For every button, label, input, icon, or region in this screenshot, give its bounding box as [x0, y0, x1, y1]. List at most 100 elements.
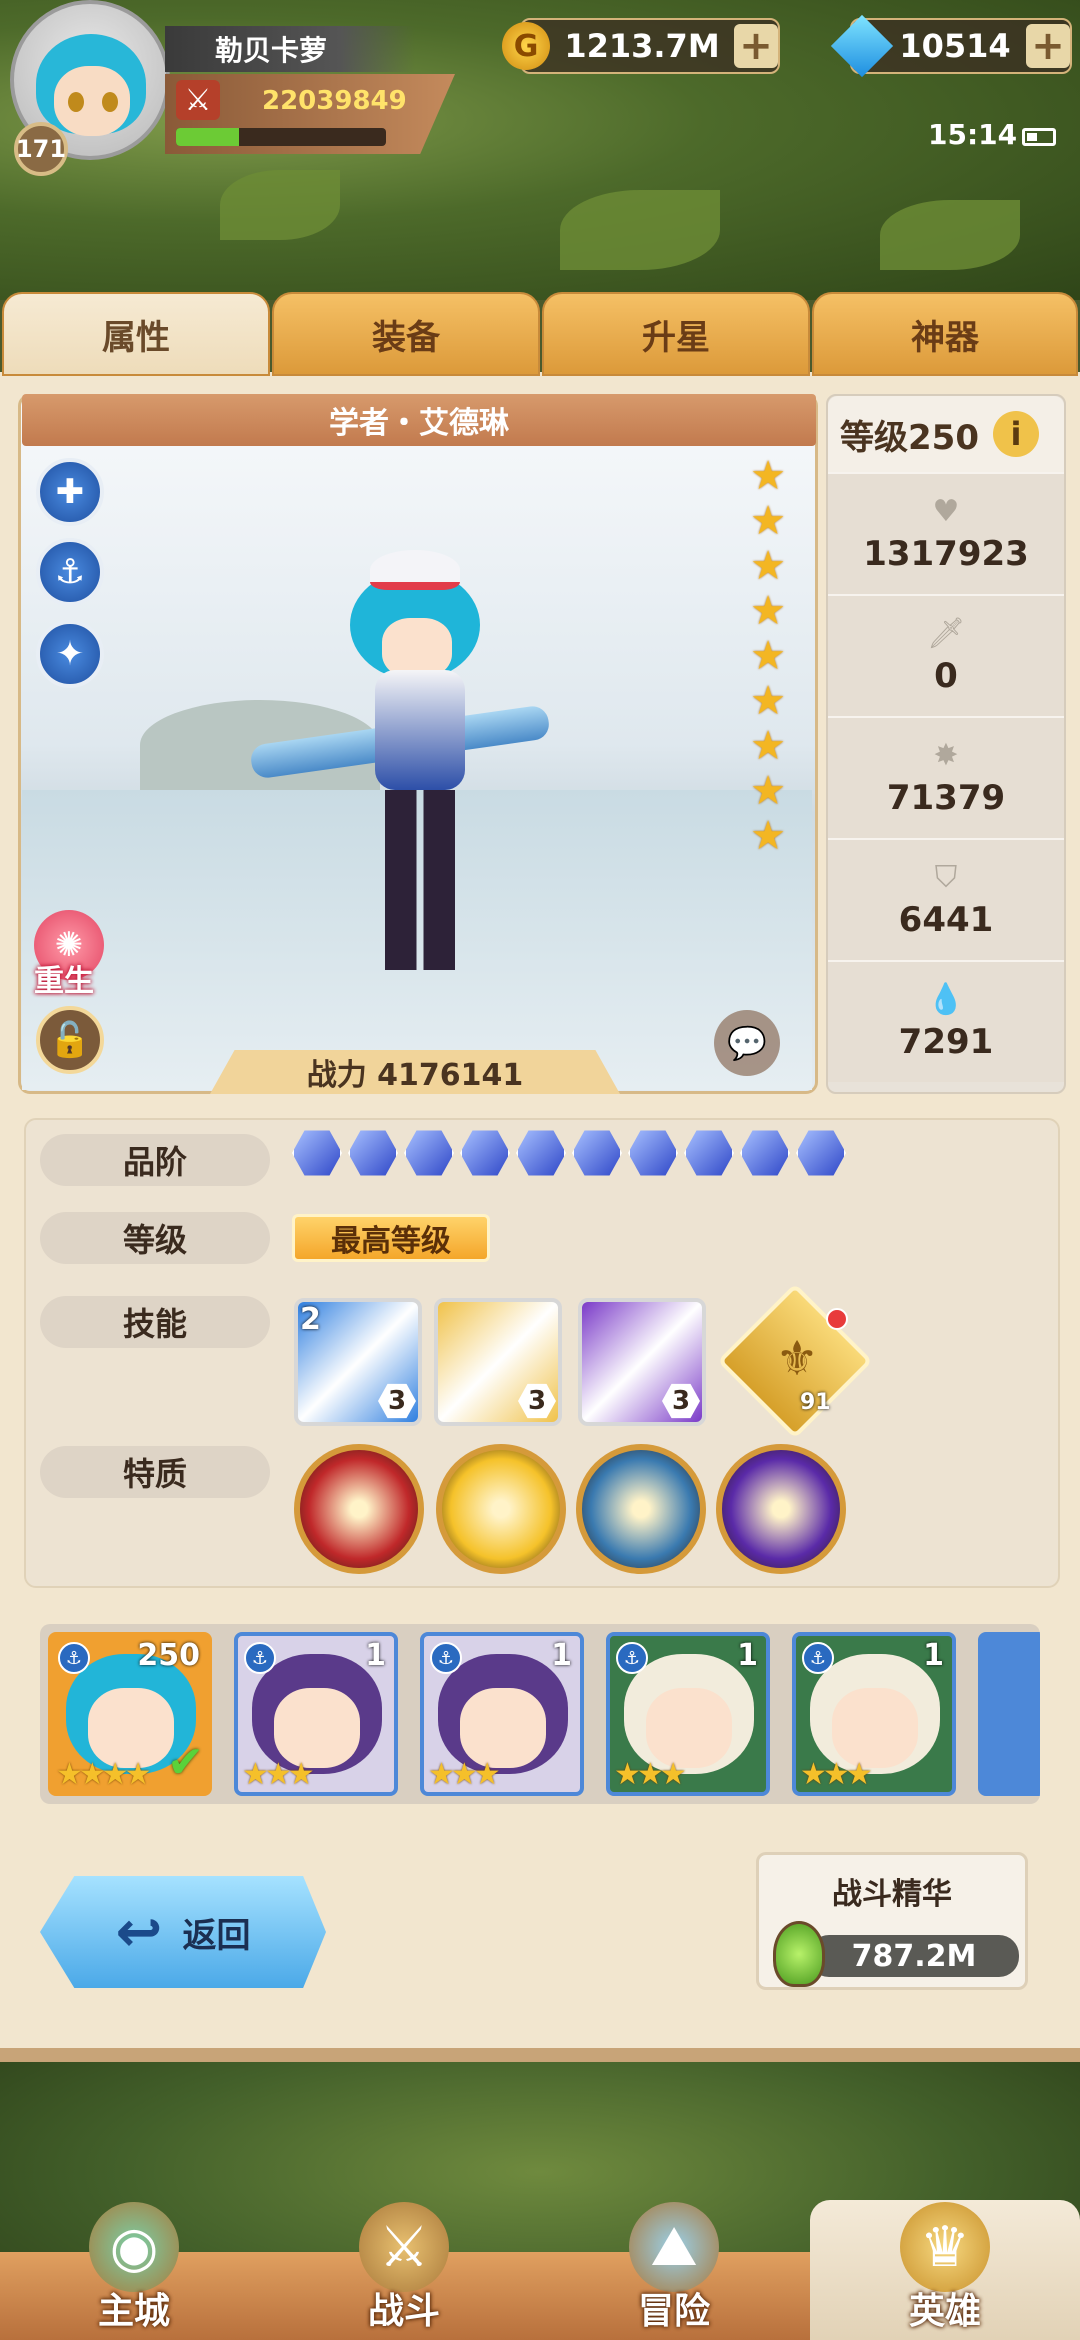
hero-card-face [646, 1688, 732, 1768]
trait-slot-3[interactable] [576, 1444, 706, 1574]
skills-label: 技能 [40, 1296, 270, 1348]
faction-icon: ⚓ [616, 1642, 648, 1674]
skill-slot-2[interactable]: 3 [434, 1298, 562, 1426]
nav-battle[interactable]: ⚔ 战斗 [270, 2200, 538, 2340]
level-label: 等级 [40, 1212, 270, 1264]
tab-artifact[interactable]: 神器 [812, 292, 1078, 376]
skill-level: 3 [378, 1383, 416, 1419]
nav-main-city-label: 主城 [97, 2291, 170, 2332]
grade-gem-icon [684, 1130, 734, 1176]
grade-label: 品阶 [40, 1134, 270, 1186]
add-gold-button[interactable]: + [734, 23, 778, 69]
max-level-badge: 最高等级 [292, 1214, 490, 1262]
grade-gem-icon [460, 1130, 510, 1176]
star-icon: ★ [750, 813, 786, 859]
potion-icon [773, 1921, 825, 1987]
hero-model[interactable] [249, 540, 590, 1030]
hero-card-level: 1 [365, 1638, 386, 1673]
crossed-swords-icon: ⚔ [359, 2202, 449, 2292]
star-icon: ★ [750, 678, 786, 724]
nav-heroes[interactable]: ♛ 英雄 [810, 2200, 1080, 2340]
battery-icon [1022, 128, 1056, 146]
tab-star-up[interactable]: 升星 [542, 292, 810, 376]
star-icon: ★ [750, 453, 786, 499]
trait-slot-1[interactable] [294, 1444, 424, 1574]
info-icon[interactable]: i [992, 411, 1039, 457]
traits-label: 特质 [40, 1446, 270, 1498]
faction-icon: ⚓ [244, 1642, 276, 1674]
trait-slot-4[interactable] [716, 1444, 846, 1574]
hero-level: 等级250 [840, 417, 979, 458]
hero-card[interactable]: ⚓ 1 ★★★ [792, 1632, 956, 1796]
grade-gem-icon [796, 1130, 846, 1176]
return-arrow-icon: ↩ [115, 1899, 163, 1965]
hero-card-face [274, 1688, 360, 1768]
hero-title: 学者・艾德琳 [22, 394, 816, 446]
shield-icon: ⛉ [934, 860, 958, 895]
hero-card[interactable]: ⚓ 1 ★★★ [606, 1632, 770, 1796]
essence-value: 787.2M [809, 1935, 1019, 1977]
hero-card[interactable]: ⚓ 1 ★★★ [420, 1632, 584, 1796]
hero-card-stars: ★★★ [242, 1757, 315, 1792]
stats-panel: 等级250 i ♥ 1317923 🗡 0 ✸ 71379 ⛉ 6441 💧 7… [826, 394, 1066, 1094]
hero-card[interactable]: ⚓ 250 ★★★★ ✔ [48, 1632, 212, 1796]
star-icon: ★ [750, 723, 786, 769]
anchor-faction-icon[interactable]: ⚓ [36, 538, 104, 606]
exp-bar [176, 128, 386, 146]
hero-card-level: 1 [737, 1638, 758, 1673]
essence-title: 战斗精华 [832, 1877, 952, 1912]
stat-hp: ♥ 1317923 [828, 472, 1064, 594]
leaf-decoration [220, 170, 340, 240]
skill-level: 3 [518, 1383, 556, 1419]
hero-card-stars: ★★★ [800, 1757, 873, 1792]
star-icon: ★ [750, 768, 786, 814]
skill-slot-1[interactable]: 2 3 [294, 1298, 422, 1426]
nav-main-city[interactable]: ◉ 主城 [0, 2200, 268, 2340]
notification-dot [826, 1308, 848, 1330]
healer-class-icon[interactable]: ✚ [36, 458, 104, 526]
chat-bubble-icon[interactable]: 💬 [714, 1010, 780, 1076]
nav-adventure[interactable]: ⛰ 冒险 [540, 2200, 808, 2340]
hero-card-face [88, 1688, 174, 1768]
clock: 15:14 [928, 118, 1018, 151]
leaf-decoration [560, 190, 720, 270]
add-gems-button[interactable]: + [1026, 23, 1070, 69]
stat-energy: 💧 7291 [828, 960, 1064, 1082]
hero-card[interactable]: ⚓ 1 ★★★ [234, 1632, 398, 1796]
map-icon[interactable]: ✦ [36, 620, 104, 688]
trait-slot-2[interactable] [436, 1444, 566, 1574]
hero-card-face [460, 1688, 546, 1768]
hero-card-face [832, 1688, 918, 1768]
hero-stars: ★ ★ ★ ★ ★ ★ ★ ★ ★ [748, 456, 788, 861]
burst-icon: ✸ [933, 738, 959, 773]
faction-icon: ⚓ [802, 1642, 834, 1674]
droplet-icon: 💧 [927, 982, 965, 1017]
tab-equipment[interactable]: 装备 [272, 292, 540, 376]
tab-attributes[interactable]: 属性 [2, 292, 270, 376]
nav-battle-label: 战斗 [367, 2291, 440, 2332]
hero-list[interactable]: ⚓ 250 ★★★★ ✔ ⚓ 1 ★★★ ⚓ 1 ★★★ ⚓ 1 ★★★ ⚓ 1 ★★★ [40, 1624, 1040, 1804]
combat-power: 战力 4176141 [210, 1050, 620, 1094]
battle-essence: 战斗精华 787.2M [756, 1852, 1028, 1990]
heart-icon: ♥ [932, 494, 960, 529]
faction-icon: ⚓ [430, 1642, 462, 1674]
exp-bar-fill [176, 128, 239, 146]
back-button[interactable]: ↩ 返回 [40, 1876, 326, 1988]
sword-icon: 🗡 [926, 616, 966, 651]
emblem-level: 91 [800, 1390, 831, 1415]
star-icon: ★ [750, 588, 786, 634]
star-icon: ★ [750, 633, 786, 679]
hero-card-partial[interactable] [978, 1632, 1040, 1796]
rebirth-label[interactable]: 重生 [34, 956, 94, 1000]
skill-slot-3[interactable]: 3 [578, 1298, 706, 1426]
lock-icon[interactable]: 🔓 [36, 1006, 104, 1074]
stat-speed: ✸ 71379 [828, 716, 1064, 838]
gem-counter: 10514 + [830, 14, 1072, 78]
hero-card-level: 1 [923, 1638, 944, 1673]
gem-amount: 10514 [899, 27, 1011, 65]
back-label: 返回 [182, 1915, 251, 1956]
grade-gem-icon [292, 1130, 342, 1176]
nav-adventure-label: 冒险 [637, 2291, 710, 2332]
stat-speed-value: 71379 [886, 778, 1006, 818]
crossed-swords-icon: ⚔ [176, 80, 220, 120]
